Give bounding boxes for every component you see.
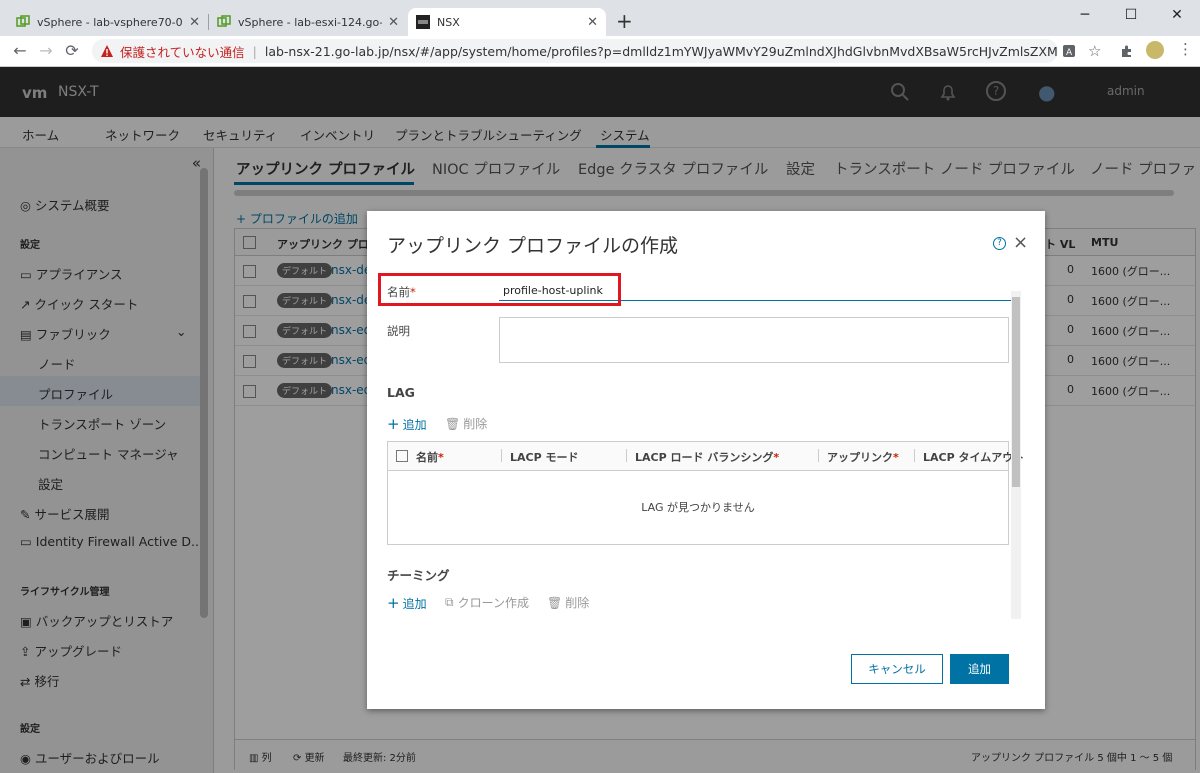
col-divider [626,449,627,462]
name-highlight-box [378,273,621,306]
dialog-scrollbar-thumb[interactable] [1012,297,1020,487]
lag-table: 名前* LACP モード LACP ロード バランシング* アップリンク* LA… [387,441,1024,545]
lag-delete-button[interactable]: 🗑 削除 [445,415,487,432]
warning-icon [101,45,113,57]
browser-tab-title: vSphere - lab-vsphere70-02-nsxt [37,15,183,29]
col-divider [914,449,915,462]
bookmark-star-icon[interactable]: ☆ [1088,42,1101,60]
profile-avatar[interactable] [1146,41,1164,59]
forward-button[interactable]: → [36,41,56,60]
translate-icon[interactable]: A [1062,44,1076,58]
minimize-button[interactable]: ─ [1062,0,1108,30]
description-textarea[interactable] [499,317,1009,363]
security-warning: 保護されていない通信 [120,44,245,60]
vsphere-favicon-icon [217,15,231,27]
nsx-favicon-icon [416,15,430,29]
maximize-button[interactable]: ☐ [1108,0,1154,30]
lag-empty-message: LAG が見つかりません [641,501,755,514]
tab-close-icon[interactable]: ✕ [587,15,598,30]
back-button[interactable]: ← [10,41,30,60]
reload-button[interactable]: ⟳ [62,41,82,60]
teaming-delete-button[interactable]: 🗑 削除 [547,594,589,611]
dialog-scrollbar-track[interactable] [1011,291,1021,619]
lag-select-all-checkbox[interactable] [396,450,408,462]
tab-close-icon[interactable]: ✕ [388,15,399,30]
lag-col-uplinks: アップリンク* [827,451,899,464]
close-dialog-button[interactable]: × [1013,232,1028,253]
chrome-menu-icon[interactable]: ⋮ [1178,40,1193,58]
col-divider [501,449,502,462]
address-bar[interactable]: 保護されていない通信 | lab-nsx-21.go-lab.jp/nsx/#/… [92,39,1058,63]
lag-col-name: 名前* [416,451,444,464]
lag-col-timeout: LACP タイムアウト [923,451,1025,464]
new-tab-button[interactable]: + [616,9,633,33]
lag-table-header: 名前* LACP モード LACP ロード バランシング* アップリンク* LA… [388,442,1024,471]
lag-col-load-balancing: LACP ロード バランシング* [635,451,780,464]
browser-tab-esxi[interactable]: vSphere - lab-esxi-124.go-lab.jp ✕ [209,8,407,36]
teaming-heading: チーミング [387,568,450,583]
omnibox-divider: | [252,43,257,59]
add-submit-button[interactable]: 追加 [950,654,1009,684]
teaming-clone-button[interactable]: ⧉ クローン作成 [445,594,529,611]
tab-close-icon[interactable]: ✕ [189,15,200,30]
extensions-icon[interactable] [1120,44,1134,58]
dialog-title: アップリンク プロファイルの作成 [387,235,679,257]
description-label: 説明 [387,324,410,338]
lag-add-button[interactable]: + 追加 [387,415,427,433]
plus-icon: + [387,415,400,433]
browser-tab-title: vSphere - lab-esxi-124.go-lab.jp [238,15,383,29]
svg-text:A: A [1066,48,1073,58]
lag-heading: LAG [387,385,415,400]
browser-tab-vsphere[interactable]: vSphere - lab-vsphere70-02-nsxt ✕ [8,8,208,36]
col-divider [818,449,819,462]
browser-tab-nsx[interactable]: NSX ✕ [408,8,606,36]
help-icon[interactable]: ? [993,237,1006,250]
dialog-body: 名前* 説明 LAG +追加 🗑削除 名前* LACP モード LACP ロード… [367,269,1025,693]
close-window-button[interactable]: ✕ [1154,0,1200,30]
vsphere-favicon-icon [16,15,30,27]
lag-col-mode: LACP モード [510,451,579,464]
url-text: lab-nsx-21.go-lab.jp/nsx/#/app/system/ho… [264,43,1058,59]
teaming-add-button[interactable]: + 追加 [387,594,427,612]
create-uplink-profile-dialog: アップリンク プロファイルの作成 ? × 名前* 説明 LAG +追加 🗑削除 … [367,211,1045,709]
browser-tab-title: NSX [437,15,460,29]
plus-icon: + [387,594,400,612]
cancel-button[interactable]: キャンセル [851,654,943,684]
clone-icon: ⧉ [445,595,454,609]
trash-icon: 🗑 [547,595,563,610]
trash-icon: 🗑 [445,416,461,431]
